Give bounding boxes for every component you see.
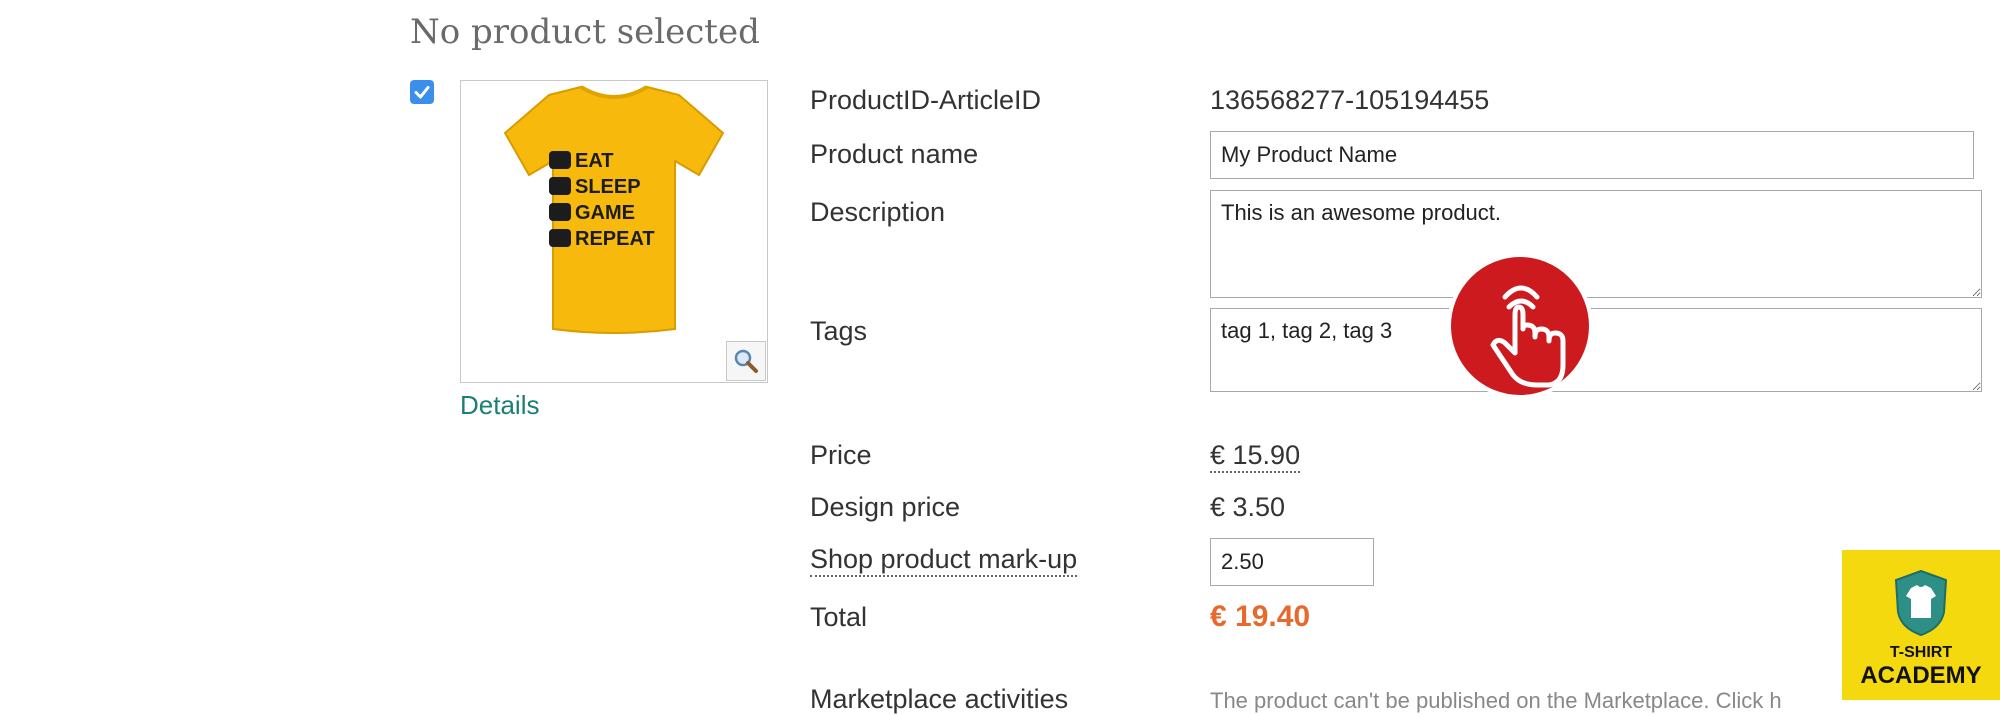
zoom-button[interactable]: [726, 341, 766, 381]
design-price-value: € 3.50: [1210, 492, 1286, 522]
page-title: No product selected: [410, 12, 760, 52]
tap-hand-overlay: [1447, 253, 1593, 399]
description-label: Description: [810, 197, 946, 227]
tags-label: Tags: [810, 316, 868, 346]
brand-line-1: T-SHIRT: [1889, 644, 1953, 661]
tshirt-academy-logo: T-SHIRT ACADEMY: [1842, 550, 2000, 700]
design-price-label: Design price: [810, 492, 961, 522]
select-product-checkbox[interactable]: [410, 80, 434, 104]
price-label: Price: [810, 440, 872, 470]
tap-hand-icon: [1490, 285, 1566, 388]
product-thumbnail[interactable]: EAT SLEEP GAME REPEAT: [460, 80, 768, 383]
shirt-line-2: SLEEP: [575, 176, 641, 198]
markup-label[interactable]: Shop product mark-up: [810, 544, 1078, 577]
t-shirt-image: EAT SLEEP GAME REPEAT: [503, 85, 725, 334]
description-textarea[interactable]: This is an awesome product.: [1210, 190, 1982, 298]
marketplace-text: The product can't be published on the Ma…: [1210, 688, 1782, 713]
total-value: € 19.40: [1210, 600, 1311, 633]
price-value[interactable]: € 15.90: [1210, 440, 1301, 473]
shirt-line-1: EAT: [575, 150, 614, 172]
product-id-value: 136568277-105194455: [1210, 85, 1490, 115]
shirt-line-4: REPEAT: [575, 228, 655, 250]
checkmark-icon: [414, 86, 430, 99]
product-name-input[interactable]: [1210, 131, 1974, 179]
shirt-line-3: GAME: [575, 202, 635, 224]
details-link[interactable]: Details: [460, 390, 539, 421]
product-id-label: ProductID-ArticleID: [810, 85, 1042, 115]
shirt-shield-icon: [1894, 569, 1948, 637]
magnifier-icon: [734, 349, 758, 373]
brand-line-2: ACADEMY: [1860, 662, 1982, 689]
product-name-label: Product name: [810, 139, 979, 169]
tags-textarea[interactable]: tag 1, tag 2, tag 3: [1210, 308, 1982, 392]
total-label: Total: [810, 602, 868, 632]
markup-input[interactable]: [1210, 538, 1374, 586]
